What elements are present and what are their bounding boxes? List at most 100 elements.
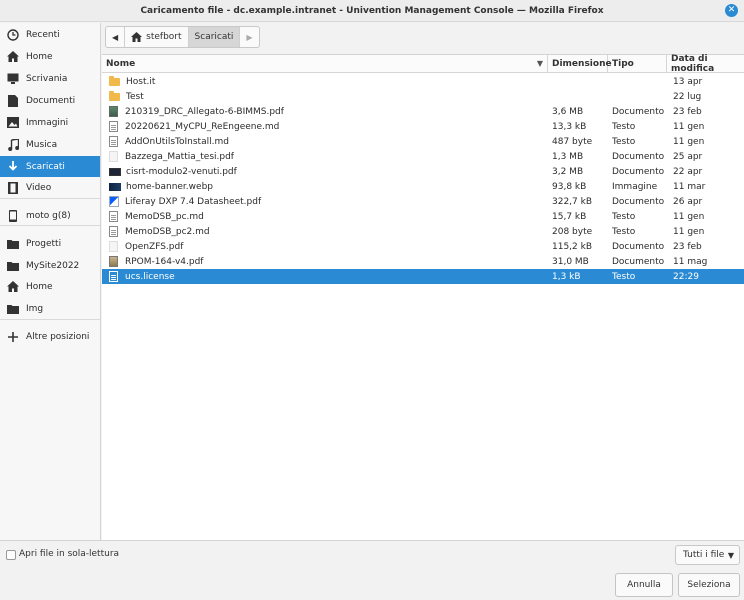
file-row[interactable]: 20220621_MyCPU_ReEngeene.md 13,3 kB Testo 1… bbox=[102, 119, 744, 134]
file-icon bbox=[109, 151, 118, 162]
file-name-cell: 210319_DRC_Allegato-6-BIMMS.pdf bbox=[109, 104, 545, 119]
document-icon bbox=[7, 94, 19, 107]
sidebar-item-label: moto g(8) bbox=[26, 210, 71, 221]
file-row[interactable]: ucs.license 1,3 kB Testo 22:29 bbox=[102, 269, 744, 284]
path-home-label: stefbort bbox=[146, 32, 182, 42]
file-row[interactable]: MemoDSB_pc2.md 208 byte Testo 11 gen bbox=[102, 224, 744, 239]
file-row[interactable]: OpenZFS.pdf 115,2 kB Documento 23 feb bbox=[102, 239, 744, 254]
file-icon bbox=[109, 167, 121, 176]
file-row[interactable]: home-banner.webp 93,8 kB Immagine 11 mar bbox=[102, 179, 744, 194]
file-row[interactable]: cisrt-modulo2-venuti.pdf 3,2 MB Documento 2… bbox=[102, 164, 744, 179]
file-name: ucs.license bbox=[125, 271, 175, 282]
file-size: 208 byte bbox=[552, 226, 593, 237]
sort-down-icon: ▼ bbox=[536, 59, 543, 68]
file-icon bbox=[109, 136, 118, 147]
image-icon bbox=[7, 117, 19, 129]
sidebar-item-home[interactable]: Home bbox=[0, 276, 100, 297]
file-name-cell: ucs.license bbox=[109, 269, 545, 284]
sidebar-item-immagini[interactable]: Immagini bbox=[0, 112, 100, 133]
dialog-footer: Apri file in sola-lettura Tutti i file ▼… bbox=[0, 540, 744, 600]
file-name-cell: AddOnUtilsToInstall.md bbox=[109, 134, 545, 149]
sidebar-item-documenti[interactable]: Documenti bbox=[0, 90, 100, 111]
sidebar-item-label: Immagini bbox=[26, 117, 69, 128]
sidebar-item-recenti[interactable]: Recenti bbox=[0, 24, 100, 45]
sidebar-item-scrivania[interactable]: Scrivania bbox=[0, 68, 100, 89]
video-icon bbox=[7, 181, 19, 194]
file-list-header: Nome ▼ Dimensione Tipo Data di modifica bbox=[102, 54, 744, 74]
sidebar-separator bbox=[0, 225, 100, 226]
sidebar-item-mysite2022[interactable]: MySite2022 bbox=[0, 255, 100, 276]
path-current-button[interactable]: Scaricati bbox=[188, 27, 241, 47]
file-row[interactable]: Test 22 lug bbox=[102, 89, 744, 104]
file-date: 23 feb bbox=[673, 241, 702, 252]
chevron-down-icon: ▼ bbox=[727, 551, 734, 560]
sidebar-item-home[interactable]: Home bbox=[0, 46, 100, 67]
file-icon bbox=[109, 226, 118, 237]
sidebar-item-video[interactable]: Video bbox=[0, 177, 100, 198]
file-row[interactable]: Liferay DXP 7.4 Datasheet.pdf 322,7 kB Doc… bbox=[102, 194, 744, 209]
file-name-cell: Liferay DXP 7.4 Datasheet.pdf bbox=[109, 194, 545, 209]
sidebar-item-label: Home bbox=[26, 51, 53, 62]
file-icon bbox=[109, 256, 118, 267]
folder-icon bbox=[109, 90, 120, 101]
path-back-button[interactable]: ◀ bbox=[106, 27, 126, 47]
column-header-type[interactable]: Tipo bbox=[608, 55, 667, 73]
file-row[interactable]: RPOM-164-v4.pdf 31,0 MB Documento 11 mag bbox=[102, 254, 744, 269]
file-size: 322,7 kB bbox=[552, 196, 593, 207]
path-home-button[interactable]: stefbort bbox=[125, 27, 189, 47]
column-date-label: Data di modifica bbox=[671, 54, 715, 74]
file-name: RPOM-164-v4.pdf bbox=[125, 256, 204, 267]
readonly-label: Apri file in sola-lettura bbox=[19, 549, 120, 559]
sidebar-item-progetti[interactable]: Progetti bbox=[0, 233, 100, 254]
sidebar-item-scaricati[interactable]: Scaricati bbox=[0, 156, 100, 177]
file-size: 1,3 MB bbox=[552, 151, 584, 162]
close-icon[interactable]: ✕ bbox=[725, 4, 738, 17]
cancel-button[interactable]: Annulla bbox=[615, 573, 673, 597]
file-name: 210319_DRC_Allegato-6-BIMMS.pdf bbox=[125, 106, 284, 117]
sidebar-item-label: Scrivania bbox=[26, 73, 68, 84]
file-row[interactable]: AddOnUtilsToInstall.md 487 byte Testo 11 ge… bbox=[102, 134, 744, 149]
column-header-name[interactable]: Nome ▼ bbox=[102, 55, 548, 73]
folder-icon bbox=[7, 238, 19, 250]
plus-icon bbox=[7, 331, 19, 343]
file-date: 13 apr bbox=[673, 76, 703, 87]
file-name: Bazzega_Mattia_tesi.pdf bbox=[125, 151, 234, 162]
places-sidebar: Recenti Home Scrivania Documenti Immagini Mus… bbox=[0, 23, 101, 540]
file-size: 31,0 MB bbox=[552, 256, 589, 267]
sidebar-item-label: MySite2022 bbox=[26, 260, 80, 271]
file-type bbox=[612, 89, 667, 104]
select-button[interactable]: Seleziona bbox=[678, 573, 740, 597]
file-name-cell: RPOM-164-v4.pdf bbox=[109, 254, 545, 269]
cancel-label: Annulla bbox=[627, 580, 661, 590]
sidebar-item-label: Progetti bbox=[26, 238, 62, 249]
file-type bbox=[612, 74, 667, 89]
sidebar-item-label: Altre posizioni bbox=[26, 331, 90, 342]
file-row[interactable]: Host.it 13 apr bbox=[102, 74, 744, 89]
readonly-checkbox[interactable] bbox=[6, 550, 16, 560]
select-label: Seleziona bbox=[687, 580, 731, 590]
file-date: 22 lug bbox=[673, 91, 702, 102]
file-filter-label: Tutti i file bbox=[683, 550, 725, 560]
path-forward-button[interactable]: ▶ bbox=[240, 27, 258, 47]
file-size bbox=[552, 74, 608, 89]
file-filter-dropdown[interactable]: Tutti i file ▼ bbox=[675, 545, 740, 565]
sidebar-item-altre-posizioni[interactable]: Altre posizioni bbox=[0, 326, 100, 347]
file-name: Liferay DXP 7.4 Datasheet.pdf bbox=[125, 196, 262, 207]
column-header-date[interactable]: Data di modifica bbox=[667, 54, 744, 74]
sidebar-separator bbox=[0, 319, 100, 320]
file-date: 22 apr bbox=[673, 166, 703, 177]
file-row[interactable]: MemoDSB_pc.md 15,7 kB Testo 11 gen bbox=[102, 209, 744, 224]
sidebar-item-label: Home bbox=[26, 281, 53, 292]
file-size: 15,7 kB bbox=[552, 211, 587, 222]
sidebar-item-label: Scaricati bbox=[26, 161, 65, 172]
file-type: Documento bbox=[612, 106, 665, 117]
file-date: 11 gen bbox=[673, 121, 705, 132]
sidebar-item-moto-g-8-[interactable]: moto g(8) bbox=[0, 205, 100, 226]
sidebar-item-img[interactable]: Img bbox=[0, 298, 100, 319]
column-header-size[interactable]: Dimensione bbox=[548, 55, 612, 73]
folder-icon bbox=[7, 260, 19, 272]
file-row[interactable]: 210319_DRC_Allegato-6-BIMMS.pdf 3,6 MB Doc… bbox=[102, 104, 744, 119]
file-size: 3,2 MB bbox=[552, 166, 584, 177]
file-row[interactable]: Bazzega_Mattia_tesi.pdf 1,3 MB Documento 25… bbox=[102, 149, 744, 164]
sidebar-item-musica[interactable]: Musica bbox=[0, 134, 100, 155]
